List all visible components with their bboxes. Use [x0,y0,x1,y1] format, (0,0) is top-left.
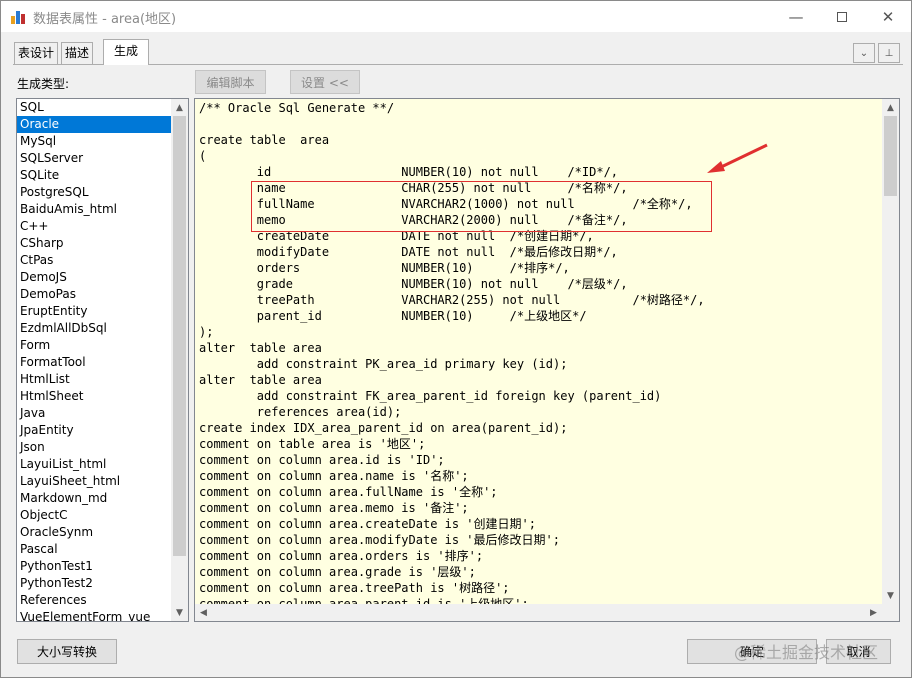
list-item[interactable]: BaiduAmis_html [17,201,172,218]
tab-generate[interactable]: 生成 [103,39,150,65]
code-line: comment on column area.modifyDate is '最后… [199,533,560,547]
code-line: comment on table area is '地区'; [199,437,426,451]
list-scroll-thumb[interactable] [173,116,186,556]
tab-table-design[interactable]: 表设计 [14,42,59,64]
code-line: treePath VARCHAR2(255) not null /*树路径*/, [199,293,705,307]
list-item[interactable]: DemoPas [17,286,172,303]
list-item[interactable]: SQL [17,99,172,116]
generated-sql-code[interactable]: /** Oracle Sql Generate **/ create table … [199,100,705,612]
close-icon: ✕ [881,7,895,26]
code-line: comment on column area.fullName is '全称'; [199,485,498,499]
editor-vertical-scrollbar[interactable]: ▲ ▼ [882,99,899,604]
close-button[interactable]: ✕ [865,1,911,32]
list-item[interactable]: OracleSynm [17,524,172,541]
list-item[interactable]: EruptEntity [17,303,172,320]
list-item[interactable]: VueElementForm_vue [17,609,172,621]
scroll-up-icon[interactable]: ▲ [171,99,188,116]
list-item[interactable]: Json [17,439,172,456]
code-line: comment on column area.grade is '层级'; [199,565,476,579]
list-item[interactable]: PythonTest1 [17,558,172,575]
minimize-button[interactable]: — [773,1,819,32]
code-line: references area(id); [199,405,402,419]
list-item[interactable]: ObjectC [17,507,172,524]
scroll-down-icon[interactable]: ▼ [882,587,899,604]
list-item[interactable]: PostgreSQL [17,184,172,201]
app-icon [11,10,25,24]
generator-list-items: SQL Oracle MySql SQLServer SQLite PostgreSQL B… [17,99,188,621]
highlight-annotation-box [251,181,712,232]
list-item[interactable]: EzdmlAllDbSql [17,320,172,337]
dialog-window: 数据表属性 - area(地区) — ✕ 表设计 描述 生成 ⌄ ⊥ 生成类型:… [0,0,912,678]
code-line: grade NUMBER(10) not null /*层级*/, [199,277,628,291]
editor-scroll-thumb[interactable] [884,116,897,196]
generator-type-list[interactable]: SQL Oracle MySql SQLServer SQLite PostgreSQL B… [16,98,189,622]
code-line: id NUMBER(10) not null /*ID*/, [199,165,619,179]
code-line: comment on column area.treePath is '树路径'… [199,581,510,595]
list-item[interactable]: LayuiList_html [17,456,172,473]
watermark: @稀土掘金技术社区 [734,643,879,662]
list-item[interactable]: SQLite [17,167,172,184]
code-editor[interactable]: /** Oracle Sql Generate **/ create table … [194,98,900,622]
list-item[interactable]: HtmlList [17,371,172,388]
code-line: add constraint PK_area_id primary key (i… [199,357,568,371]
list-item[interactable]: Java [17,405,172,422]
maximize-button[interactable] [819,1,865,32]
list-item[interactable]: References [17,592,172,609]
list-item[interactable]: HtmlSheet [17,388,172,405]
scroll-up-icon[interactable]: ▲ [882,99,899,116]
list-item[interactable]: CSharp [17,235,172,252]
list-item[interactable]: JpaEntity [17,422,172,439]
list-item[interactable]: MySql [17,133,172,150]
list-item[interactable]: Oracle [17,116,172,133]
code-line: ); [199,325,214,339]
maximize-icon [837,11,847,22]
list-item[interactable]: SQLServer [17,150,172,167]
code-line: ( [199,149,207,163]
list-item[interactable]: DemoJS [17,269,172,286]
edit-script-button[interactable]: 编辑脚本 [195,70,266,94]
code-line: alter table area [199,341,322,355]
scroll-left-icon[interactable]: ◀ [195,604,212,621]
code-line: create table area [199,133,330,147]
list-item[interactable]: LayuiSheet_html [17,473,172,490]
list-item[interactable]: C++ [17,218,172,235]
code-line: create index IDX_area_parent_id on area(… [199,421,568,435]
tab-description[interactable]: 描述 [61,42,94,64]
editor-horizontal-scrollbar[interactable]: ◀ ▶ [195,604,882,621]
list-item[interactable]: Markdown_md [17,490,172,507]
code-line: comment on column area.memo is '备注'; [199,501,469,515]
code-line: comment on column area.id is 'ID'; [199,453,445,467]
list-item[interactable]: FormatTool [17,354,172,371]
code-line: comment on column area.name is '名称'; [199,469,469,483]
code-line: alter table area [199,373,322,387]
code-line: parent_id NUMBER(10) /*上级地区*/ [199,309,587,323]
code-line: orders NUMBER(10) /*排序*/, [199,261,570,275]
generate-type-label: 生成类型: [17,77,70,91]
scroll-down-icon[interactable]: ▼ [171,604,188,621]
settings-button[interactable]: 设置 << [290,70,360,94]
code-line: add constraint FK_area_parent_id foreign… [199,389,662,403]
minimize-icon: — [788,7,804,26]
chevron-down-icon: ⌄ [859,47,869,59]
pin-icon: ⊥ [884,47,894,59]
scrollbar-corner [882,604,899,621]
pin-button[interactable]: ⊥ [878,43,900,63]
list-item[interactable]: CtPas [17,252,172,269]
list-scrollbar[interactable]: ▲ ▼ [171,99,188,621]
scroll-right-icon[interactable]: ▶ [865,604,882,621]
list-item[interactable]: PythonTest2 [17,575,172,592]
list-item[interactable]: Pascal [17,541,172,558]
code-line: /** Oracle Sql Generate **/ [199,101,395,115]
code-line: modifyDate DATE not null /*最后修改日期*/, [199,245,618,259]
code-line: comment on column area.orders is '排序'; [199,549,484,563]
list-item[interactable]: Form [17,337,172,354]
code-line: comment on column area.createDate is '创建… [199,517,536,531]
annotation-arrow-icon [707,143,768,173]
window-title: 数据表属性 - area(地区) [33,12,177,27]
tab-dropdown-button[interactable]: ⌄ [853,43,875,63]
title-bar[interactable]: 数据表属性 - area(地区) — ✕ [1,1,911,32]
case-convert-button[interactable]: 大小写转换 [17,639,117,664]
